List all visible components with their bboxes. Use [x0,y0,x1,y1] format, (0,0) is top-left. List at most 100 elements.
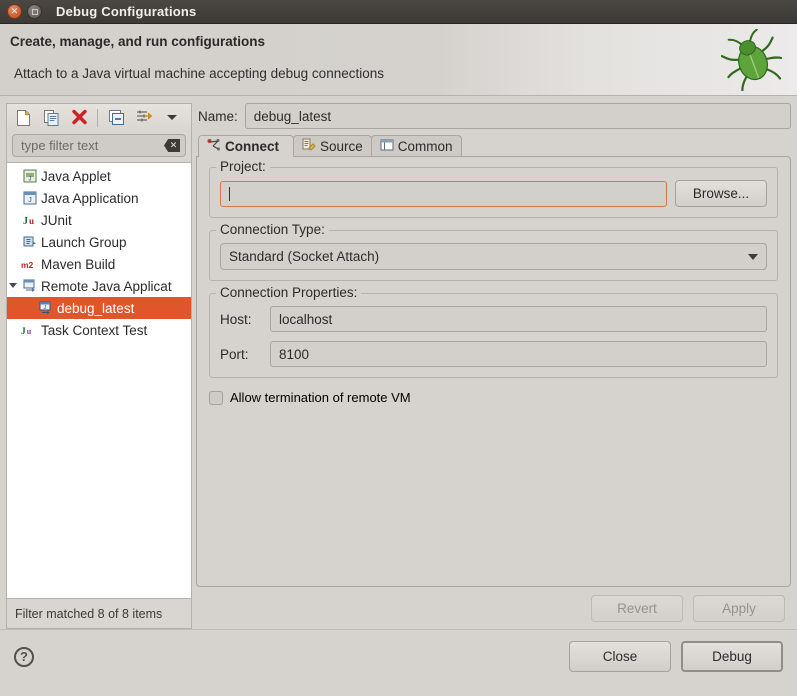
tree-item-java-applet[interactable]: J Java Applet [7,165,191,187]
new-document-icon[interactable] [11,107,35,129]
launch-group-icon [21,235,38,249]
close-button[interactable]: Close [569,641,671,672]
remote-java-application-icon [21,279,38,293]
source-icon [302,138,316,155]
tab-label: Source [320,139,363,154]
connect-icon [207,138,221,155]
svg-text:J: J [28,197,32,204]
svg-text:u: u [27,326,32,336]
tree-item-remote-java-application[interactable]: Remote Java Applicat [7,275,191,297]
collapse-all-icon[interactable] [104,107,128,129]
connection-type-select[interactable]: Standard (Socket Attach) [220,243,767,270]
tree-item-launch-group[interactable]: Launch Group [7,231,191,253]
tree-item-label: Remote Java Applicat [41,279,172,294]
dialog-body: type filter text ✕ J Java Applet J Java … [0,96,797,629]
tab-connect[interactable]: Connect [198,135,294,157]
tree-item-label: Maven Build [41,257,115,272]
name-label: Name: [198,109,238,124]
filter-container: type filter text ✕ [6,131,192,163]
connection-type-value: Standard (Socket Attach) [229,249,379,264]
svg-text:J: J [28,177,31,183]
svg-text:J: J [23,216,28,227]
revert-apply-bar: Revert Apply [196,587,791,629]
revert-button[interactable]: Revert [591,595,683,622]
window-close-icon[interactable]: ✕ [7,4,22,19]
delete-x-icon[interactable] [67,107,91,129]
tree-item-label: Java Applet [41,169,111,184]
chevron-down-icon[interactable] [748,254,758,260]
project-group-label: Project: [216,159,270,174]
host-input[interactable]: localhost [270,306,767,332]
window-titlebar: ✕ Debug Configurations [0,0,797,24]
allow-termination-label: Allow termination of remote VM [230,390,411,405]
tree-item-task-context-test[interactable]: Ju Task Context Test [7,319,191,341]
text-caret [229,187,230,201]
java-application-icon: J [21,191,38,205]
allow-termination-row[interactable]: Allow termination of remote VM [209,390,778,405]
connect-tab-panel: Project: Browse... Connection Type: Stan… [196,156,791,587]
port-label: Port: [220,347,262,362]
svg-text:u: u [29,216,34,226]
tree-item-debug-latest[interactable]: J debug_latest [7,297,191,319]
allow-termination-checkbox[interactable] [209,391,223,405]
name-input[interactable]: debug_latest [245,103,791,129]
chevron-down-icon[interactable] [160,107,184,129]
tree-item-label: Task Context Test [41,323,147,338]
svg-text:J: J [21,327,26,337]
tree-item-label: Java Application [41,191,139,206]
project-row: Browse... [220,180,767,207]
filter-icon[interactable] [132,107,156,129]
connection-type-group-label: Connection Type: [216,222,329,237]
header-title: Create, manage, and run configurations [10,34,785,49]
project-group: Project: Browse... [209,167,778,218]
chevron-down-icon[interactable] [9,283,17,292]
window-maximize-icon[interactable] [27,4,42,19]
header-subtitle: Attach to a Java virtual machine accepti… [14,66,785,81]
junit-icon: Ju [21,213,38,227]
host-row: Host: localhost [220,306,767,332]
svg-text:J: J [43,305,46,311]
project-input[interactable] [220,181,667,207]
tree-item-java-application[interactable]: J Java Application [7,187,191,209]
tree-item-label: JUnit [41,213,72,228]
connection-properties-group: Connection Properties: Host: localhost P… [209,293,778,378]
apply-button[interactable]: Apply [693,595,785,622]
port-input[interactable]: 8100 [270,341,767,367]
port-row: Port: 8100 [220,341,767,367]
maven-icon: m2 [21,257,38,271]
tree-item-label: debug_latest [57,301,134,316]
configuration-editor: Name: debug_latest Connect Source Com [196,103,791,629]
bug-icon [721,29,783,94]
task-context-test-icon: Ju [21,323,38,337]
tab-label: Common [398,139,453,154]
tree-item-label: Launch Group [41,235,127,250]
name-row: Name: debug_latest [196,103,791,129]
help-question-icon[interactable]: ? [14,647,34,667]
window-title: Debug Configurations [56,4,197,19]
tree-toolbar [6,103,192,131]
svg-text:m2: m2 [21,260,34,270]
dialog-header: Create, manage, and run configurations A… [0,24,797,96]
footer-buttons: Close Debug [569,641,783,672]
copy-icon[interactable] [39,107,63,129]
filter-placeholder: type filter text [21,138,164,153]
debug-button[interactable]: Debug [681,641,783,672]
tab-source[interactable]: Source [293,135,372,157]
tree-item-maven-build[interactable]: m2 Maven Build [7,253,191,275]
toolbar-separator [97,109,98,127]
browse-button[interactable]: Browse... [675,180,767,207]
configurations-tree[interactable]: J Java Applet J Java Application Ju JUni… [6,163,192,599]
connection-properties-group-label: Connection Properties: [216,285,361,300]
dialog-footer: ? Close Debug [0,629,797,683]
java-applet-icon: J [21,169,38,183]
remote-java-config-icon: J [37,301,54,315]
search-input[interactable]: type filter text ✕ [12,134,186,157]
tab-label: Connect [225,139,279,154]
configurations-panel: type filter text ✕ J Java Applet J Java … [6,103,192,629]
connection-type-group: Connection Type: Standard (Socket Attach… [209,230,778,281]
tree-item-junit[interactable]: Ju JUnit [7,209,191,231]
tab-common[interactable]: Common [371,135,462,157]
clear-backspace-icon[interactable]: ✕ [164,139,180,152]
host-label: Host: [220,312,262,327]
tab-bar: Connect Source Common [196,135,791,157]
